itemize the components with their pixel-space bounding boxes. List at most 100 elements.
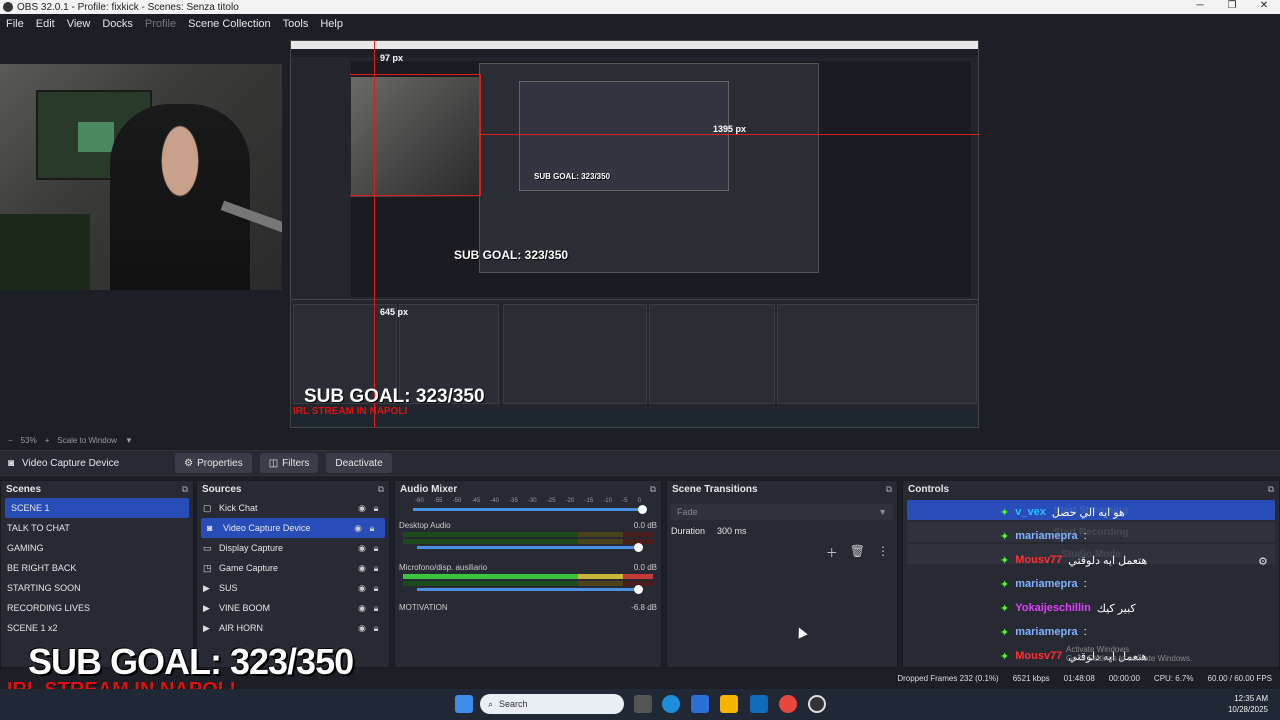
audio-mixer-dock: Audio Mixer ⧉ -60 -55 -50 -45 -40 -35 -30 -25 -2… xyxy=(394,480,662,668)
eye-icon[interactable]: ◉ xyxy=(355,583,369,594)
scene-label: SCENE 1 xyxy=(11,503,50,513)
filters-button[interactable]: ◫ Filters xyxy=(259,453,319,473)
slider-knob[interactable] xyxy=(634,585,643,594)
scene-item[interactable]: RECORDING LIVES xyxy=(1,598,193,618)
deactivate-button[interactable]: Deactivate xyxy=(326,453,392,473)
eye-icon[interactable]: ◉ xyxy=(355,603,369,614)
windows-start-icon[interactable] xyxy=(455,695,473,713)
eye-icon[interactable]: ◉ xyxy=(351,523,365,534)
chat-text: : xyxy=(1083,578,1087,590)
minimize-button[interactable]: ─ xyxy=(1184,0,1216,14)
lock-icon[interactable]: 🔒︎ xyxy=(369,563,383,574)
chat-message: ✦ mariamepra: xyxy=(1000,572,1280,596)
transition-actions: ＋ 🗑︎ ⋮ xyxy=(667,536,897,561)
scene-item[interactable]: BE RIGHT BACK xyxy=(1,558,193,578)
eye-icon[interactable]: ◉ xyxy=(355,503,369,514)
scene-item[interactable]: SCENE 1 x2 xyxy=(1,618,193,638)
menu-profile[interactable]: Profile xyxy=(139,18,182,30)
lock-icon[interactable]: 🔒︎ xyxy=(369,583,383,594)
lock-icon[interactable]: 🔒︎ xyxy=(369,623,383,634)
chevron-down-icon[interactable]: ▼ xyxy=(125,436,133,445)
scene-label: RECORDING LIVES xyxy=(7,603,91,613)
outlook-icon[interactable] xyxy=(750,695,768,713)
chat-username: Yokaijeschillin xyxy=(1015,602,1091,614)
volume-slider[interactable] xyxy=(417,585,643,594)
gaming-chair xyxy=(0,214,90,290)
scene-item[interactable]: TALK TO CHAT xyxy=(1,518,193,538)
eye-icon[interactable]: ◉ xyxy=(355,623,369,634)
properties-button[interactable]: ⚙ Properties xyxy=(175,453,252,473)
add-icon[interactable]: ＋ xyxy=(826,544,838,561)
browser-icon: ▢ xyxy=(203,502,212,513)
menu-docks[interactable]: Docks xyxy=(96,18,139,30)
menu-scene-collection[interactable]: Scene Collection xyxy=(182,18,277,30)
menu-tools[interactable]: Tools xyxy=(277,18,315,30)
more-icon[interactable]: ⋮ xyxy=(877,544,889,561)
menu-help[interactable]: Help xyxy=(314,18,349,30)
zoom-out-icon[interactable]: − xyxy=(8,436,13,445)
popout-icon[interactable]: ⧉ xyxy=(182,484,188,495)
source-item[interactable]: ▭ Display Capture ◉ 🔒︎ xyxy=(197,538,389,558)
chat-text: : xyxy=(1083,530,1087,542)
taskbar-search[interactable]: ⌕ Search xyxy=(480,694,624,714)
scene-item[interactable]: GAMING xyxy=(1,538,193,558)
source-item[interactable]: ▶ AIR HORN ◉ 🔒︎ xyxy=(197,618,389,638)
bitrate: 6521 kbps xyxy=(1012,673,1050,683)
edge-icon[interactable] xyxy=(662,695,680,713)
px-label-top: 97 px xyxy=(380,53,404,63)
source-item[interactable]: ▶ SUS ◉ 🔒︎ xyxy=(197,578,389,598)
task-view-icon[interactable] xyxy=(634,695,652,713)
monitor-icon: ▭ xyxy=(203,542,212,553)
scene-label: SCENE 1 x2 xyxy=(7,623,58,633)
controls-header: Controls ⧉ xyxy=(903,481,1279,498)
chat-message: ✦ Yokaijeschillin كبير كيك xyxy=(1000,596,1280,620)
popout-icon[interactable]: ⧉ xyxy=(650,484,656,495)
source-item[interactable]: ▶ VINE BOOM ◉ 🔒︎ xyxy=(197,598,389,618)
maximize-button[interactable]: ❐ xyxy=(1216,0,1248,14)
explorer-icon[interactable] xyxy=(720,695,738,713)
record-time: 00:00:00 xyxy=(1108,673,1140,683)
popout-icon[interactable]: ⧉ xyxy=(1268,484,1274,495)
source-item[interactable]: ◳ Game Capture ◉ 🔒︎ xyxy=(197,558,389,578)
popout-icon[interactable]: ⧉ xyxy=(886,484,892,495)
scene-item[interactable]: STARTING SOON xyxy=(1,578,193,598)
channel-name: Desktop Audio xyxy=(399,521,451,530)
properties-label: Properties xyxy=(197,457,243,469)
slider-knob[interactable] xyxy=(634,543,643,552)
scale-mode[interactable]: Scale to Window xyxy=(57,436,117,445)
obs-taskbar-icon[interactable] xyxy=(808,695,826,713)
duration-input[interactable]: 300 ms xyxy=(717,526,747,536)
duration-row: Duration 300 ms xyxy=(667,526,897,536)
volume-slider[interactable] xyxy=(417,543,643,552)
transition-select[interactable]: Fade ▼ xyxy=(671,504,893,520)
chrome-icon[interactable] xyxy=(779,695,797,713)
filters-label: Filters xyxy=(282,457,310,469)
chat-text: : xyxy=(1083,626,1087,638)
sources-header: Sources ⧉ xyxy=(197,481,389,498)
transition-type: Fade xyxy=(677,507,698,517)
menu-view[interactable]: View xyxy=(61,18,97,30)
slider-knob[interactable] xyxy=(638,505,647,514)
volume-slider[interactable] xyxy=(413,505,647,514)
lock-icon[interactable]: 🔒︎ xyxy=(369,503,383,514)
zoom-in-icon[interactable]: + xyxy=(45,436,50,445)
scene-item[interactable]: SCENE 1 xyxy=(5,498,189,518)
close-button[interactable]: ✕ xyxy=(1248,0,1280,14)
source-item[interactable]: ▢ Kick Chat ◉ 🔒︎ xyxy=(197,498,389,518)
lock-icon[interactable]: 🔒︎ xyxy=(369,603,383,614)
store-icon[interactable] xyxy=(691,695,709,713)
menu-edit[interactable]: Edit xyxy=(30,18,61,30)
audio-channel: MOTIVATION -6.8 dB xyxy=(395,601,661,616)
source-label: Display Capture xyxy=(219,543,284,553)
nested-controls xyxy=(777,304,977,404)
audio-mixer-header: Audio Mixer ⧉ xyxy=(395,481,661,498)
source-item[interactable]: ◙ Video Capture Device ◉ 🔒︎ xyxy=(201,518,385,538)
eye-icon[interactable]: ◉ xyxy=(355,543,369,554)
popout-icon[interactable]: ⧉ xyxy=(378,484,384,495)
streamer xyxy=(110,104,250,290)
lock-icon[interactable]: 🔒︎ xyxy=(365,523,379,534)
eye-icon[interactable]: ◉ xyxy=(355,563,369,574)
menu-file[interactable]: File xyxy=(0,18,30,30)
trash-icon[interactable]: 🗑︎ xyxy=(850,544,865,561)
lock-icon[interactable]: 🔒︎ xyxy=(369,543,383,554)
